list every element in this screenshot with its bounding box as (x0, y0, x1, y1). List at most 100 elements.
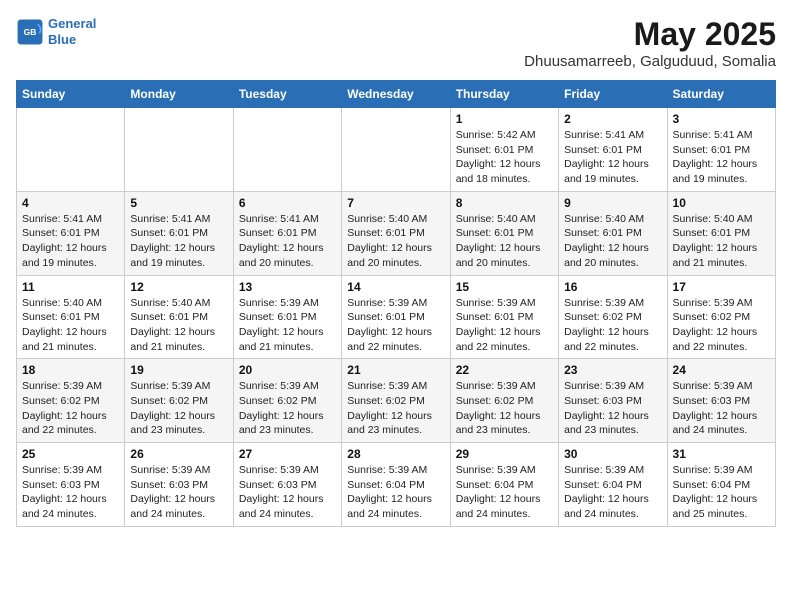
day-info: Sunrise: 5:39 AM Sunset: 6:03 PM Dayligh… (564, 379, 661, 438)
day-of-week-header: Tuesday (233, 81, 341, 108)
calendar-cell (342, 108, 450, 192)
day-info: Sunrise: 5:39 AM Sunset: 6:02 PM Dayligh… (22, 379, 119, 438)
day-number: 16 (564, 280, 661, 294)
calendar-cell: 2 Sunrise: 5:41 AM Sunset: 6:01 PM Daylig… (559, 108, 667, 192)
day-number: 5 (130, 196, 227, 210)
day-info: Sunrise: 5:40 AM Sunset: 6:01 PM Dayligh… (130, 296, 227, 355)
day-info: Sunrise: 5:39 AM Sunset: 6:02 PM Dayligh… (456, 379, 553, 438)
calendar-cell: 22Sunrise: 5:39 AM Sunset: 6:02 PM Dayli… (450, 359, 558, 443)
calendar-week-row: 18 Sunrise: 5:39 AM Sunset: 6:02 PM Dayli… (17, 359, 776, 443)
day-info: Sunrise: 5:39 AM Sunset: 6:04 PM Dayligh… (564, 463, 661, 522)
day-info: Sunrise: 5:40 AM Sunset: 6:01 PM Dayligh… (456, 212, 553, 271)
page-header: GB General Blue May 2025 Dhuusamarreeb, … (16, 16, 776, 70)
calendar-cell: 14 Sunrise: 5:39 AM Sunset: 6:01 PM Dayli… (342, 275, 450, 359)
calendar-cell: 11 Sunrise: 5:40 AM Sunset: 6:01 PM Dayli… (17, 275, 125, 359)
calendar-cell: 1Sunrise: 5:42 AM Sunset: 6:01 PM Daylig… (450, 108, 558, 192)
day-of-week-header: Saturday (667, 81, 775, 108)
day-info: Sunrise: 5:39 AM Sunset: 6:04 PM Dayligh… (673, 463, 770, 522)
calendar-cell: 27Sunrise: 5:39 AM Sunset: 6:03 PM Dayli… (233, 443, 341, 527)
day-info: Sunrise: 5:39 AM Sunset: 6:01 PM Dayligh… (347, 296, 444, 355)
day-number: 17 (673, 280, 770, 294)
title-block: May 2025 Dhuusamarreeb, Galguduud, Somal… (524, 16, 776, 70)
calendar-week-row: 25 Sunrise: 5:39 AM Sunset: 6:03 PM Dayli… (17, 443, 776, 527)
calendar-cell: 18 Sunrise: 5:39 AM Sunset: 6:02 PM Dayli… (17, 359, 125, 443)
calendar-cell: 19 Sunrise: 5:39 AM Sunset: 6:02 PM Dayli… (125, 359, 233, 443)
calendar-cell: 26Sunrise: 5:39 AM Sunset: 6:03 PM Dayli… (125, 443, 233, 527)
day-info: Sunrise: 5:39 AM Sunset: 6:02 PM Dayligh… (239, 379, 336, 438)
day-number: 3 (673, 112, 770, 126)
day-info: Sunrise: 5:41 AM Sunset: 6:01 PM Dayligh… (130, 212, 227, 271)
logo-line2: Blue (48, 32, 76, 47)
day-info: Sunrise: 5:39 AM Sunset: 6:02 PM Dayligh… (130, 379, 227, 438)
svg-text:GB: GB (24, 27, 37, 37)
calendar-cell: 25 Sunrise: 5:39 AM Sunset: 6:03 PM Dayli… (17, 443, 125, 527)
day-info: Sunrise: 5:40 AM Sunset: 6:01 PM Dayligh… (673, 212, 770, 271)
day-info: Sunrise: 5:41 AM Sunset: 6:01 PM Dayligh… (22, 212, 119, 271)
calendar-cell: 6Sunrise: 5:41 AM Sunset: 6:01 PM Daylig… (233, 191, 341, 275)
logo-icon: GB (16, 18, 44, 46)
day-number: 18 (22, 363, 119, 377)
calendar-cell: 17 Sunrise: 5:39 AM Sunset: 6:02 PM Dayli… (667, 275, 775, 359)
day-of-week-header: Monday (125, 81, 233, 108)
day-info: Sunrise: 5:39 AM Sunset: 6:03 PM Dayligh… (239, 463, 336, 522)
day-number: 24 (673, 363, 770, 377)
calendar-cell: 24 Sunrise: 5:39 AM Sunset: 6:03 PM Dayli… (667, 359, 775, 443)
day-number: 14 (347, 280, 444, 294)
day-number: 30 (564, 447, 661, 461)
calendar-cell: 30 Sunrise: 5:39 AM Sunset: 6:04 PM Dayli… (559, 443, 667, 527)
day-of-week-header: Sunday (17, 81, 125, 108)
day-info: Sunrise: 5:40 AM Sunset: 6:01 PM Dayligh… (347, 212, 444, 271)
day-number: 2 (564, 112, 661, 126)
calendar-cell: 13 Sunrise: 5:39 AM Sunset: 6:01 PM Dayli… (233, 275, 341, 359)
day-number: 12 (130, 280, 227, 294)
day-number: 23 (564, 363, 661, 377)
calendar-cell: 31Sunrise: 5:39 AM Sunset: 6:04 PM Dayli… (667, 443, 775, 527)
calendar-cell: 16Sunrise: 5:39 AM Sunset: 6:02 PM Dayli… (559, 275, 667, 359)
day-info: Sunrise: 5:39 AM Sunset: 6:01 PM Dayligh… (456, 296, 553, 355)
calendar-cell: 8Sunrise: 5:40 AM Sunset: 6:01 PM Daylig… (450, 191, 558, 275)
calendar-cell: 10 Sunrise: 5:40 AM Sunset: 6:01 PM Dayli… (667, 191, 775, 275)
day-number: 6 (239, 196, 336, 210)
calendar-cell (17, 108, 125, 192)
day-info: Sunrise: 5:40 AM Sunset: 6:01 PM Dayligh… (22, 296, 119, 355)
day-info: Sunrise: 5:41 AM Sunset: 6:01 PM Dayligh… (673, 128, 770, 187)
calendar-cell (233, 108, 341, 192)
day-of-week-header: Thursday (450, 81, 558, 108)
day-number: 28 (347, 447, 444, 461)
month-title: May 2025 (524, 16, 776, 53)
day-number: 26 (130, 447, 227, 461)
calendar-header-row: SundayMondayTuesdayWednesdayThursdayFrid… (17, 81, 776, 108)
day-number: 9 (564, 196, 661, 210)
calendar-cell: 3 Sunrise: 5:41 AM Sunset: 6:01 PM Daylig… (667, 108, 775, 192)
day-info: Sunrise: 5:39 AM Sunset: 6:03 PM Dayligh… (22, 463, 119, 522)
calendar-cell: 5 Sunrise: 5:41 AM Sunset: 6:01 PM Daylig… (125, 191, 233, 275)
calendar-cell: 20 Sunrise: 5:39 AM Sunset: 6:02 PM Dayli… (233, 359, 341, 443)
calendar-week-row: 11 Sunrise: 5:40 AM Sunset: 6:01 PM Dayli… (17, 275, 776, 359)
calendar-cell: 15Sunrise: 5:39 AM Sunset: 6:01 PM Dayli… (450, 275, 558, 359)
day-number: 10 (673, 196, 770, 210)
calendar-week-row: 4Sunrise: 5:41 AM Sunset: 6:01 PM Daylig… (17, 191, 776, 275)
calendar-cell: 28Sunrise: 5:39 AM Sunset: 6:04 PM Dayli… (342, 443, 450, 527)
day-number: 29 (456, 447, 553, 461)
day-info: Sunrise: 5:40 AM Sunset: 6:01 PM Dayligh… (564, 212, 661, 271)
logo-line1: General (48, 16, 96, 31)
day-of-week-header: Friday (559, 81, 667, 108)
day-number: 13 (239, 280, 336, 294)
day-number: 21 (347, 363, 444, 377)
day-number: 11 (22, 280, 119, 294)
calendar-cell: 7 Sunrise: 5:40 AM Sunset: 6:01 PM Daylig… (342, 191, 450, 275)
day-info: Sunrise: 5:39 AM Sunset: 6:02 PM Dayligh… (347, 379, 444, 438)
day-info: Sunrise: 5:42 AM Sunset: 6:01 PM Dayligh… (456, 128, 553, 187)
calendar-cell: 23 Sunrise: 5:39 AM Sunset: 6:03 PM Dayli… (559, 359, 667, 443)
day-number: 25 (22, 447, 119, 461)
calendar-cell: 21 Sunrise: 5:39 AM Sunset: 6:02 PM Dayli… (342, 359, 450, 443)
calendar-cell: 29Sunrise: 5:39 AM Sunset: 6:04 PM Dayli… (450, 443, 558, 527)
day-info: Sunrise: 5:39 AM Sunset: 6:01 PM Dayligh… (239, 296, 336, 355)
day-of-week-header: Wednesday (342, 81, 450, 108)
day-info: Sunrise: 5:39 AM Sunset: 6:03 PM Dayligh… (673, 379, 770, 438)
day-number: 19 (130, 363, 227, 377)
day-info: Sunrise: 5:41 AM Sunset: 6:01 PM Dayligh… (564, 128, 661, 187)
day-info: Sunrise: 5:39 AM Sunset: 6:02 PM Dayligh… (673, 296, 770, 355)
day-number: 20 (239, 363, 336, 377)
day-number: 7 (347, 196, 444, 210)
